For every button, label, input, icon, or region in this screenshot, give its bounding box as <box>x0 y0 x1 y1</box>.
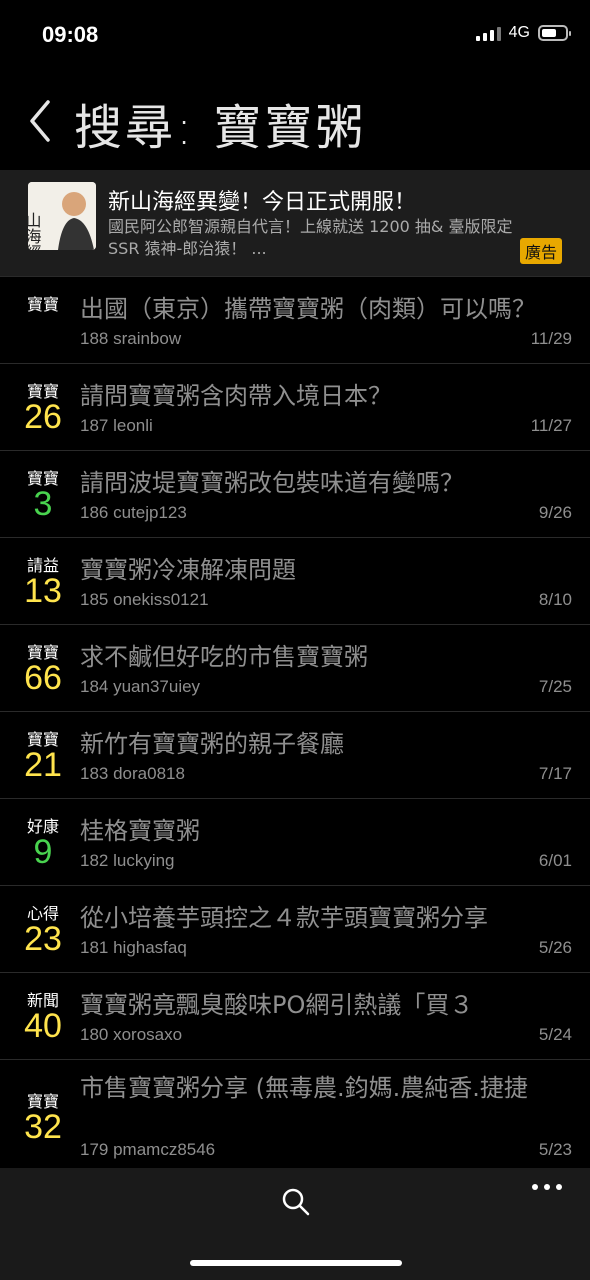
post-date: 9/26 <box>538 503 572 522</box>
status-time: 09:08 <box>42 22 99 47</box>
post-meta: 182 luckying <box>80 851 175 870</box>
post-count: 32 <box>24 1108 62 1146</box>
post-meta: 179 pmamcz8546 <box>80 1140 216 1159</box>
post-count: 9 <box>33 833 53 871</box>
post-title: 求不鹹但好吃的市售寶寶粥 <box>80 643 368 671</box>
list-item[interactable]: 寶寶 21 新竹有寶寶粥的親子餐廳 183 dora0818 7/17 <box>0 712 590 799</box>
post-meta: 180 xorosaxo <box>80 1025 183 1044</box>
ad-thumb-text: 山海經 <box>28 212 42 250</box>
list-item[interactable]: 好康 9 桂格寶寶粥 182 luckying 6/01 <box>0 799 590 886</box>
list-item[interactable]: 新聞 40 寶寶粥竟飄臭酸味PO網引熱議「買３ 180 xorosaxo 5/2… <box>0 973 590 1060</box>
post-date: 11/27 <box>530 416 572 435</box>
post-date: 5/26 <box>538 938 572 957</box>
post-title: 市售寶寶粥分享 (無毒農.鈞媽.農純香.捷捷 <box>80 1074 528 1102</box>
list-item[interactable]: 寶寶 出國（東京）攜帶寶寶粥（肉類）可以嗎？ 188 srainbow 11/2… <box>0 277 590 364</box>
post-date: 8/10 <box>538 590 572 609</box>
post-count: 66 <box>24 659 62 697</box>
post-date: 7/17 <box>538 764 572 783</box>
post-title: 桂格寶寶粥 <box>80 817 200 845</box>
list-item[interactable]: 寶寶 3 請問波堤寶寶粥改包裝味道有變嗎？ 186 cutejp123 9/26 <box>0 451 590 538</box>
post-date: 5/23 <box>538 1140 572 1159</box>
post-category: 寶寶 <box>26 295 59 314</box>
post-meta: 185 onekiss0121 <box>80 590 209 609</box>
list-item[interactable]: 寶寶 26 請問寶寶粥含肉帶入境日本？ 187 leonli 11/27 <box>0 364 590 451</box>
search-results-list: 寶寶 出國（東京）攜帶寶寶粥（肉類）可以嗎？ 188 srainbow 11/2… <box>0 277 590 1168</box>
search-button[interactable] <box>280 1186 312 1218</box>
post-count: 21 <box>24 746 62 784</box>
ad-description: 國民阿公郎智源親自代言！上線就送 1200 抽& 臺版限定 SSR 猿神-郎治猿… <box>108 217 513 258</box>
post-meta: 181 highasfaq <box>80 938 187 957</box>
list-item[interactable]: 心得 23 從小培養芋頭控之４款芋頭寶寶粥分享 181 highasfaq 5/… <box>0 886 590 973</box>
status-bar: 09:08 4G <box>0 0 590 70</box>
post-title: 新竹有寶寶粥的親子餐廳 <box>80 730 344 758</box>
list-item[interactable]: 寶寶 66 求不鹹但好吃的市售寶寶粥 184 yuan37uiey 7/25 <box>0 625 590 712</box>
ad-title: 新山海經異變！今日正式開服！ <box>108 190 417 215</box>
ad-thumbnail: 山海經 <box>28 182 96 250</box>
bottom-toolbar <box>0 1168 590 1280</box>
post-count: 13 <box>24 572 62 610</box>
post-title: 寶寶粥竟飄臭酸味PO網引熱議「買３ <box>80 991 474 1019</box>
post-date: 11/29 <box>530 329 572 348</box>
post-meta: 187 leonli <box>80 416 153 435</box>
post-date: 5/24 <box>538 1025 572 1044</box>
post-title: 請問寶寶粥含肉帶入境日本？ <box>80 382 392 410</box>
post-count: 3 <box>33 485 53 523</box>
post-title: 寶寶粥冷凍解凍問題 <box>80 556 296 584</box>
post-meta: 183 dora0818 <box>80 764 185 783</box>
post-count: 23 <box>24 920 62 958</box>
post-title: 從小培養芋頭控之４款芋頭寶寶粥分享 <box>80 904 488 932</box>
post-title: 請問波堤寶寶粥改包裝味道有變嗎？ <box>80 469 464 497</box>
header: 搜尋: 寶寶粥 <box>0 70 590 170</box>
chevron-left-icon <box>30 100 50 142</box>
search-icon <box>282 1188 310 1216</box>
post-count: 26 <box>24 398 62 436</box>
list-item[interactable]: 寶寶 32 市售寶寶粥分享 (無毒農.鈞媽.農純香.捷捷 179 pmamcz8… <box>0 1060 590 1168</box>
network-label: 4G <box>508 24 530 41</box>
post-meta: 186 cutejp123 <box>80 503 187 522</box>
more-button[interactable] <box>532 1184 564 1196</box>
post-meta: 184 yuan37uiey <box>80 677 201 696</box>
home-indicator[interactable] <box>190 1260 402 1266</box>
page-title: 搜尋: 寶寶粥 <box>74 100 367 156</box>
post-meta: 188 srainbow <box>80 329 182 348</box>
ad-badge: 廣告 <box>519 238 562 264</box>
more-dots-icon <box>532 1184 538 1190</box>
post-date: 6/01 <box>538 851 572 870</box>
status-indicators: 4G <box>475 24 571 42</box>
post-title: 出國（東京）攜帶寶寶粥（肉類）可以嗎？ <box>80 295 536 323</box>
battery-icon <box>538 25 571 41</box>
signal-icon <box>475 25 501 41</box>
back-button[interactable] <box>24 96 58 146</box>
list-item[interactable]: 請益 13 寶寶粥冷凍解凍問題 185 onekiss0121 8/10 <box>0 538 590 625</box>
post-date: 7/25 <box>538 677 572 696</box>
ad-banner[interactable]: 山海經 新山海經異變！今日正式開服！ 國民阿公郎智源親自代言！上線就送 1200… <box>0 170 590 277</box>
post-count: 40 <box>24 1007 62 1045</box>
